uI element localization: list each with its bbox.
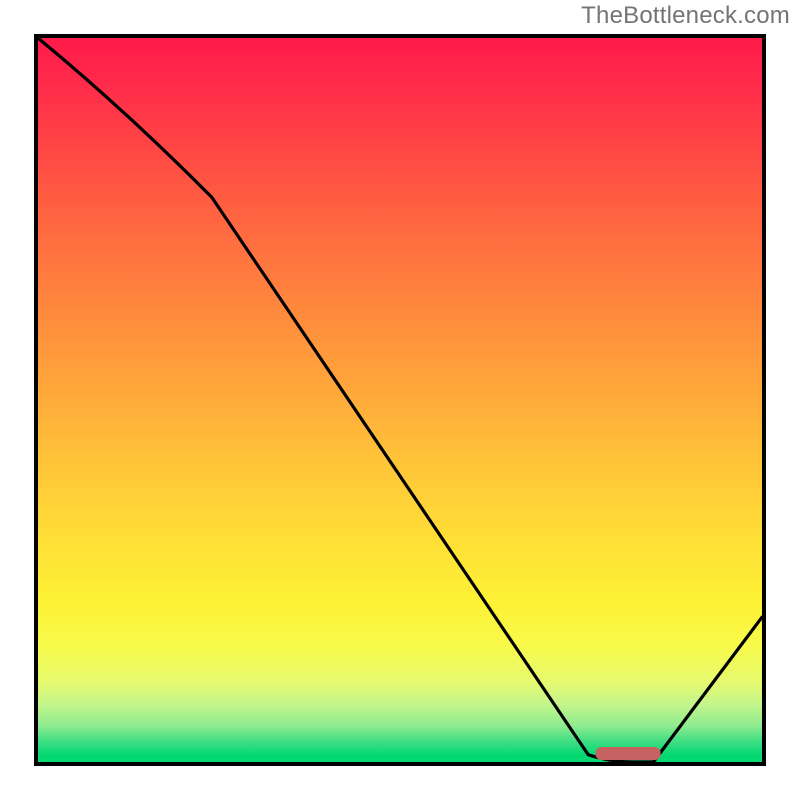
optimal-range-marker <box>595 747 660 760</box>
bottleneck-curve <box>38 38 762 762</box>
chart-overlay <box>38 38 762 762</box>
chart-canvas: TheBottleneck.com <box>0 0 800 800</box>
plot-area <box>34 34 766 766</box>
watermark-text: TheBottleneck.com <box>581 2 790 30</box>
